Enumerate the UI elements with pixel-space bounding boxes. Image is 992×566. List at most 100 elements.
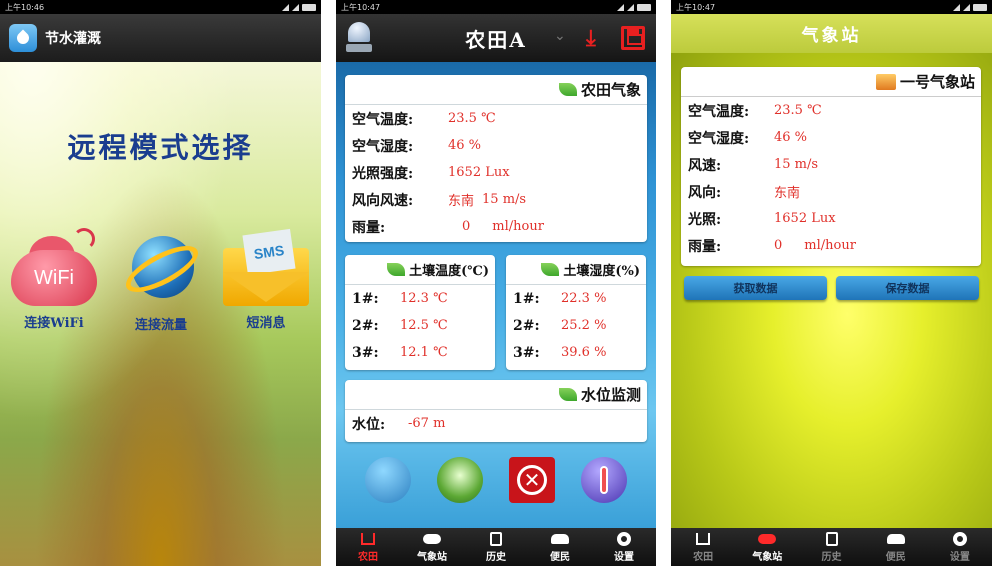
water-level-card: 水位监测 水位: -67 m [345, 380, 647, 442]
battery-icon [302, 3, 316, 11]
tab-farm[interactable]: 农田 [336, 528, 400, 566]
row-value: 0 [462, 219, 471, 234]
row-label: 风向风速: [352, 192, 414, 209]
tab-label: 便民 [550, 551, 570, 563]
clipboard-icon [825, 531, 838, 546]
tab-services[interactable]: 便民 [864, 528, 928, 566]
tab-label: 气象站 [417, 551, 447, 563]
tab-farm[interactable]: 农田 [671, 528, 735, 566]
row-value: 46 % [774, 130, 808, 145]
mobile-data-option-label[interactable]: 连接流量 [113, 314, 209, 333]
data-row: 风速: 15 m/s [681, 151, 981, 178]
sms-envelope-icon[interactable]: SMS [221, 228, 311, 308]
globe-icon[interactable] [119, 228, 205, 310]
status-icons [953, 3, 987, 11]
data-row: 2#: 25.2 % [506, 312, 646, 339]
data-row: 风向风速: 东南 15 m/s [345, 186, 647, 213]
signal-icon [627, 3, 634, 11]
row-value: 0 [774, 238, 783, 253]
wifi-option-label[interactable]: 连接WiFi [6, 312, 102, 331]
download-icon[interactable]: ⤓ [586, 26, 596, 51]
row-value: 15 m/s [774, 157, 819, 172]
tab-settings[interactable]: 设置 [592, 528, 656, 566]
tab-history[interactable]: 历史 [799, 528, 863, 566]
mobile-data-option[interactable]: 连接流量 [113, 228, 209, 333]
sms-option-label[interactable]: 短消息 [218, 312, 314, 331]
wifi-icon-text: WiFi [11, 250, 97, 306]
status-icons [282, 3, 316, 11]
status-bar: 上午10:47 [336, 0, 656, 14]
home-icon [361, 532, 375, 545]
stop-icon[interactable]: ✕ [509, 457, 555, 503]
card-header: 土壤湿度(%) [506, 255, 646, 285]
tab-weather-station[interactable]: 气象站 [735, 528, 799, 566]
row-label: 光照: [688, 211, 722, 228]
row-value: 25.2 % [561, 318, 607, 333]
row-label: 风向: [688, 184, 722, 201]
row-value: 39.6 % [561, 345, 607, 360]
row-value: 12.1 ℃ [400, 345, 448, 360]
data-row: 空气湿度: 46 % [345, 132, 647, 159]
row-label: 1#: [513, 290, 540, 307]
tab-services[interactable]: 便民 [528, 528, 592, 566]
fetch-data-button[interactable]: 获取数据 [684, 276, 827, 300]
chevron-down-icon[interactable]: ⌄ [554, 28, 566, 44]
sprinkler-icon[interactable] [437, 457, 483, 503]
app-title: 节水灌溉 [45, 31, 101, 47]
data-row: 雨量: 0 ml/hour [681, 232, 981, 259]
station-card: 一号气象站 空气温度: 23.5 ℃ 空气湿度: 46 % 风速: 15 m/s 风向… [681, 67, 981, 266]
tab-label: 农田 [693, 551, 714, 563]
tab-label: 设置 [614, 551, 634, 563]
row-label: 2#: [352, 317, 379, 334]
tab-label: 气象站 [752, 551, 783, 563]
row-label: 空气温度: [352, 111, 414, 128]
cloud-icon [423, 533, 441, 544]
row-value: 12.3 ℃ [400, 291, 448, 306]
page-title: 远程模式选择 [67, 131, 254, 164]
data-row: 空气温度: 23.5 ℃ [681, 97, 981, 124]
signal-icon [617, 3, 624, 11]
data-row: 水位: -67 m [345, 410, 647, 437]
row-value: 东南 [448, 194, 475, 209]
battery-icon [973, 3, 987, 11]
leaf-icon [558, 388, 577, 401]
bottom-tab-bar: 农田 气象站 历史 便民 设置 [336, 528, 656, 566]
row-value: 1652 Lux [774, 211, 836, 226]
card-header: 水位监测 [345, 380, 647, 410]
card-header: 一号气象站 [681, 67, 981, 97]
save-icon[interactable] [621, 26, 645, 50]
tab-label: 设置 [949, 551, 970, 563]
tab-history[interactable]: 历史 [464, 528, 528, 566]
weather-station-screen: 上午10:47 气象站 一号气象站 空气温度: 23.5 ℃ 空气湿度: 46 % … [671, 0, 992, 566]
row-unit: ml/hour [492, 219, 544, 234]
card-title: 土壤湿度(%) [563, 264, 640, 279]
tab-label: 农田 [358, 551, 378, 563]
soil-humidity-card: 土壤湿度(%) 1#: 22.3 % 2#: 25.2 % 3#: 39.6 % [506, 255, 646, 370]
stop-glyph: ✕ [517, 465, 547, 495]
save-data-button[interactable]: 保存数据 [836, 276, 979, 300]
data-row: 光照: 1652 Lux [681, 205, 981, 232]
data-row: 光照强度: 1652 Lux [345, 159, 647, 186]
data-row: 3#: 12.1 ℃ [345, 339, 495, 366]
wifi-cloud-icon[interactable]: WiFi [11, 228, 97, 308]
clipboard-icon [490, 531, 502, 546]
data-row: 1#: 12.3 ℃ [345, 285, 495, 312]
card-header: 农田气象 [345, 75, 647, 105]
card-header: 土壤温度(℃) [345, 255, 495, 285]
gear-icon [617, 531, 631, 546]
sms-option[interactable]: SMS 短消息 [218, 228, 314, 331]
signal-icon [953, 3, 960, 11]
leaf-icon [541, 263, 560, 276]
row-value: 23.5 ℃ [448, 111, 496, 126]
mode-select-screen: 上午10:46 节水灌溉 远程模式选择 WiFi 连接WiFi 连接流量 SMS [0, 0, 321, 566]
row-unit: ml/hour [804, 238, 856, 253]
farm-screen: 上午10:47 农田A ⌄ ⤓ 农田气象 空气温度: 23.5 ℃ 空气湿度: 46… [336, 0, 656, 566]
tab-settings[interactable]: 设置 [928, 528, 992, 566]
faucet-icon[interactable] [365, 457, 411, 503]
battery-icon [637, 3, 651, 11]
wifi-option[interactable]: WiFi 连接WiFi [6, 228, 102, 331]
tab-weather-station[interactable]: 气象站 [400, 528, 464, 566]
row-value: 46 % [448, 138, 482, 153]
row-label: 雨量: [352, 219, 386, 236]
thermometer-icon[interactable] [581, 457, 627, 503]
